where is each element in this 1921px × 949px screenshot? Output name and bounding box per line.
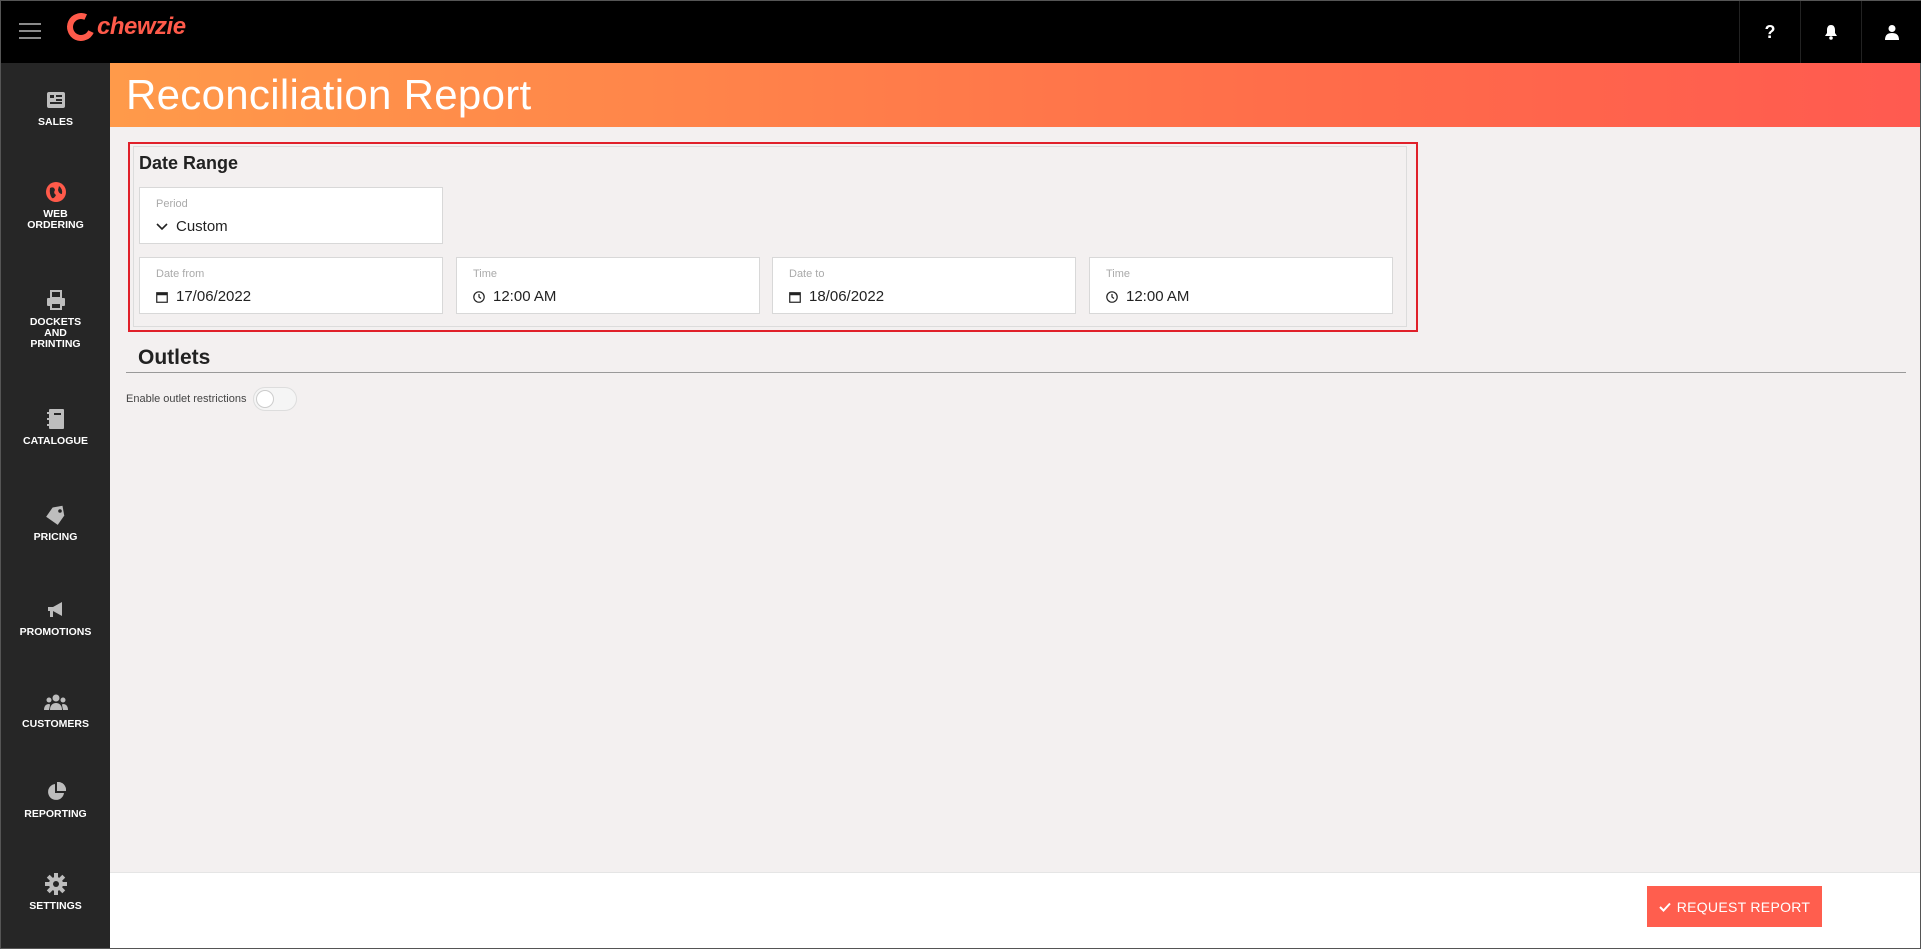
chevron-down-icon <box>156 222 168 231</box>
users-icon <box>43 691 68 713</box>
date-to-label: Date to <box>789 268 825 280</box>
sidebar-item-pricing[interactable]: PRICING <box>1 504 110 543</box>
sidebar-item-label: CUSTOMERS <box>22 718 89 730</box>
clock-icon <box>1106 290 1118 303</box>
sidebar-item-web-ordering[interactable]: WEB ORDERING <box>1 181 110 231</box>
menu-icon[interactable] <box>19 23 41 39</box>
period-label: Period <box>156 198 188 210</box>
sidebar-item-label: REPORTING <box>24 808 87 820</box>
period-value-row: Custom <box>156 218 228 235</box>
calendar-icon <box>789 291 801 303</box>
printer-icon <box>45 289 67 311</box>
clock-icon <box>473 290 485 303</box>
date-range-title: Date Range <box>139 153 239 173</box>
time-from-value-row: 12:00 AM <box>473 288 556 305</box>
pie-chart-icon <box>46 781 66 803</box>
brand-logo[interactable]: chewzie <box>63 9 186 45</box>
date-from-value-row: 17/06/2022 <box>156 288 251 305</box>
time-to-value-row: 12:00 AM <box>1106 288 1189 305</box>
date-from-field[interactable]: Date from 17/06/2022 <box>139 257 443 314</box>
page-title: Reconciliation Report <box>126 71 532 118</box>
page-header-banner: Reconciliation Report <box>110 63 1920 127</box>
sidebar-item-label: SETTINGS <box>29 900 82 912</box>
bell-icon[interactable] <box>1800 1 1861 63</box>
outlets-title: Outlets <box>138 346 211 369</box>
date-to-value-row: 18/06/2022 <box>789 288 884 305</box>
sidebar: SALES WEB ORDERING DOCKETS AND PRINTING … <box>1 63 110 948</box>
top-actions: ? <box>1739 1 1921 63</box>
brand-name: chewzie <box>97 13 186 40</box>
sidebar-item-label: PROMOTIONS <box>19 626 92 638</box>
sidebar-item-label: DOCKETS AND PRINTING <box>29 316 82 350</box>
outlet-restrictions-toggle[interactable] <box>253 387 297 411</box>
sales-icon <box>46 89 66 111</box>
sidebar-item-sales[interactable]: SALES <box>1 89 110 128</box>
toggle-knob <box>256 390 274 408</box>
period-value: Custom <box>176 218 228 235</box>
section-divider <box>126 372 1906 373</box>
sidebar-item-promotions[interactable]: PROMOTIONS <box>1 599 110 638</box>
time-to-field[interactable]: Time 12:00 AM <box>1089 257 1393 314</box>
time-to-value: 12:00 AM <box>1126 288 1190 305</box>
sidebar-item-label: SALES <box>37 116 73 128</box>
help-icon[interactable]: ? <box>1739 1 1800 63</box>
book-icon <box>46 408 66 430</box>
logo-mark <box>63 9 99 45</box>
outlet-restrictions-label: Enable outlet restrictions <box>126 393 247 405</box>
sidebar-item-label: PRICING <box>33 531 78 543</box>
date-from-label: Date from <box>156 268 205 280</box>
globe-icon <box>45 181 67 203</box>
top-bar: chewzie ? <box>1 1 1921 63</box>
sidebar-item-reporting[interactable]: REPORTING <box>1 781 110 820</box>
period-select[interactable]: Period Custom <box>139 187 443 244</box>
time-from-field[interactable]: Time 12:00 AM <box>456 257 760 314</box>
sidebar-item-catalogue[interactable]: CATALOGUE <box>1 408 110 447</box>
date-from-value: 17/06/2022 <box>176 288 252 305</box>
check-icon <box>1658 899 1671 915</box>
sidebar-item-settings[interactable]: SETTINGS <box>1 873 110 912</box>
sidebar-item-label: WEB ORDERING <box>27 208 84 231</box>
request-report-label: REQUEST REPORT <box>1676 898 1811 915</box>
time-to-label: Time <box>1106 268 1131 280</box>
request-report-button[interactable]: REQUEST REPORT <box>1647 886 1822 927</box>
user-icon[interactable] <box>1861 1 1921 63</box>
sidebar-item-customers[interactable]: CUSTOMERS <box>1 691 110 730</box>
gear-icon <box>44 873 67 895</box>
calendar-icon <box>156 291 168 303</box>
tag-icon <box>44 504 68 526</box>
time-from-label: Time <box>473 268 498 280</box>
sidebar-item-dockets-printing[interactable]: DOCKETS AND PRINTING <box>1 289 110 350</box>
time-from-value: 12:00 AM <box>493 288 557 305</box>
date-to-value: 18/06/2022 <box>809 288 885 305</box>
date-to-field[interactable]: Date to 18/06/2022 <box>772 257 1076 314</box>
sidebar-item-label: CATALOGUE <box>23 435 88 447</box>
megaphone-icon <box>46 599 66 621</box>
